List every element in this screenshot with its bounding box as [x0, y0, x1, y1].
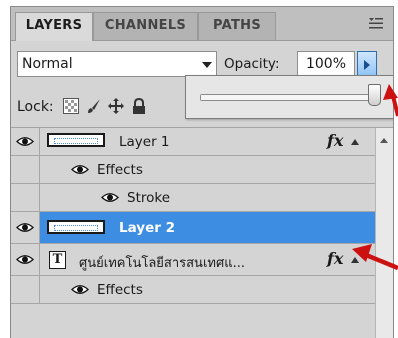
lock-label: Lock:	[17, 99, 54, 115]
lock-transparent-icon[interactable]	[63, 98, 79, 114]
layer-row-layer-1[interactable]: Layer 1 fx	[11, 128, 375, 156]
opacity-slider-fill	[201, 95, 375, 100]
layers-panel: LAYERS CHANNELS PATHS Normal Opacity: 10…	[10, 6, 394, 338]
panel-menu-icon[interactable]	[369, 16, 383, 30]
effect-row-stroke[interactable]: Stroke	[11, 184, 375, 212]
layer-name[interactable]: ศูนย์เทคโนโลยีสารสนเทศแ...	[79, 252, 245, 273]
effect-name: Stroke	[127, 190, 171, 206]
eye-icon[interactable]	[71, 164, 89, 175]
panel-tab-bar: LAYERS CHANNELS PATHS	[11, 7, 393, 41]
effects-row[interactable]: Effects	[11, 276, 375, 304]
layer-thumbnail	[47, 133, 105, 147]
layer-list-scrollbar[interactable]	[375, 128, 393, 338]
tab-channels[interactable]: CHANNELS	[93, 12, 198, 40]
layer-list: Layer 1 fx Effects Stroke Layer 2 T ศูนย…	[11, 128, 375, 338]
layer-name[interactable]: Layer 1	[119, 134, 170, 150]
eye-icon[interactable]	[71, 284, 89, 295]
effects-label: Effects	[97, 162, 143, 178]
triangle-right-icon	[364, 60, 370, 70]
opacity-slider-popup	[185, 75, 393, 119]
eye-icon	[16, 137, 34, 146]
text-layer-icon: T	[49, 251, 66, 269]
effects-label: Effects	[97, 282, 143, 298]
expand-effects-icon[interactable]	[351, 139, 359, 145]
visibility-toggle[interactable]	[11, 128, 40, 155]
eye-icon[interactable]	[101, 192, 119, 203]
fx-icon[interactable]: fx	[327, 131, 343, 150]
eye-icon	[16, 223, 34, 232]
blend-mode-select[interactable]: Normal	[17, 51, 217, 77]
visibility-toggle[interactable]	[11, 212, 40, 243]
opacity-slider-thumb[interactable]	[368, 84, 381, 106]
scroll-up-icon[interactable]	[380, 138, 388, 143]
layer-row-text[interactable]: T ศูนย์เทคโนโลยีสารสนเทศแ... fx	[11, 244, 375, 276]
layer-thumbnail	[47, 220, 105, 234]
fx-icon[interactable]: fx	[327, 249, 343, 268]
eye-icon	[16, 255, 34, 264]
blend-mode-value: Normal	[22, 56, 73, 72]
lock-move-icon[interactable]	[108, 98, 124, 114]
expand-effects-icon[interactable]	[351, 257, 359, 263]
opacity-slider-toggle-button[interactable]	[357, 51, 377, 77]
opacity-slider-track[interactable]	[200, 94, 376, 101]
lock-paint-icon[interactable]	[86, 98, 102, 114]
opacity-input[interactable]: 100%	[297, 51, 355, 77]
chevron-down-icon	[202, 62, 212, 68]
tab-layers[interactable]: LAYERS	[15, 12, 93, 41]
lock-all-icon[interactable]	[131, 98, 147, 114]
visibility-toggle[interactable]	[11, 244, 40, 275]
layer-name[interactable]: Layer 2	[119, 220, 175, 236]
tab-paths[interactable]: PATHS	[198, 12, 276, 40]
layer-row-layer-2[interactable]: Layer 2	[11, 212, 375, 244]
effects-row[interactable]: Effects	[11, 156, 375, 184]
opacity-label: Opacity:	[224, 56, 280, 72]
